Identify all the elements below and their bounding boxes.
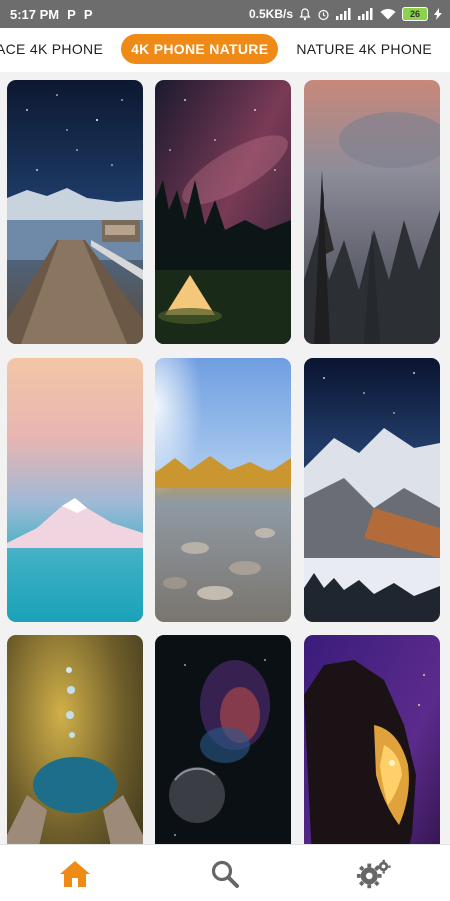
category-tabs: ACE 4K PHONE 4K PHONE NATURE NATURE 4K P…: [0, 34, 450, 64]
signal-icon: [336, 8, 351, 20]
settings-gears-icon: [356, 859, 391, 889]
bell-muted-icon: [299, 7, 311, 20]
wallpaper-thumbnail-nebula-planet[interactable]: [155, 635, 291, 844]
battery-icon: 26: [402, 7, 428, 21]
alarm-icon: [318, 9, 329, 20]
status-right: 0.5KB/s 26: [249, 0, 442, 28]
notification-p-icon: P: [83, 6, 93, 22]
nav-settings[interactable]: [356, 857, 392, 891]
status-time: 5:17 PM: [10, 6, 60, 22]
notification-p-icon: P: [67, 6, 76, 22]
status-bar: 5:17 PM P P 0.5KB/s 26: [0, 0, 450, 28]
search-icon: [211, 860, 239, 888]
wallpaper-thumbnail-lake-pier[interactable]: [7, 80, 143, 344]
wallpaper-thumbnail-tent-camp[interactable]: [155, 80, 291, 344]
nav-home[interactable]: [57, 857, 93, 891]
charging-icon: [434, 8, 442, 20]
wifi-icon: [380, 8, 396, 20]
wallpaper-thumbnail-pastel-mountain[interactable]: [7, 358, 143, 622]
wallpaper-thumbnail-misty-forest[interactable]: [304, 80, 440, 344]
bottom-navigation: [0, 844, 450, 901]
wallpaper-thumbnail-river-bed[interactable]: [155, 358, 291, 622]
home-icon: [60, 861, 90, 887]
tab-nature-4k-phone[interactable]: NATURE 4K PHONE: [292, 34, 436, 64]
wallpaper-thumbnail-predator-mask[interactable]: [304, 635, 440, 844]
wallpaper-grid: [0, 72, 450, 844]
signal-icon: [358, 8, 373, 20]
nav-search[interactable]: [207, 857, 243, 891]
category-tab-bar: ACE 4K PHONE 4K PHONE NATURE NATURE 4K P…: [0, 28, 450, 72]
tab-ace-4k-phone[interactable]: ACE 4K PHONE: [0, 34, 107, 64]
wallpaper-thumbnail-snowy-mountain[interactable]: [304, 358, 440, 622]
tab-4k-phone-nature[interactable]: 4K PHONE NATURE: [121, 34, 279, 64]
wallpaper-thumbnail-water-drop[interactable]: [7, 635, 143, 844]
network-speed: 0.5KB/s: [248, 7, 293, 21]
